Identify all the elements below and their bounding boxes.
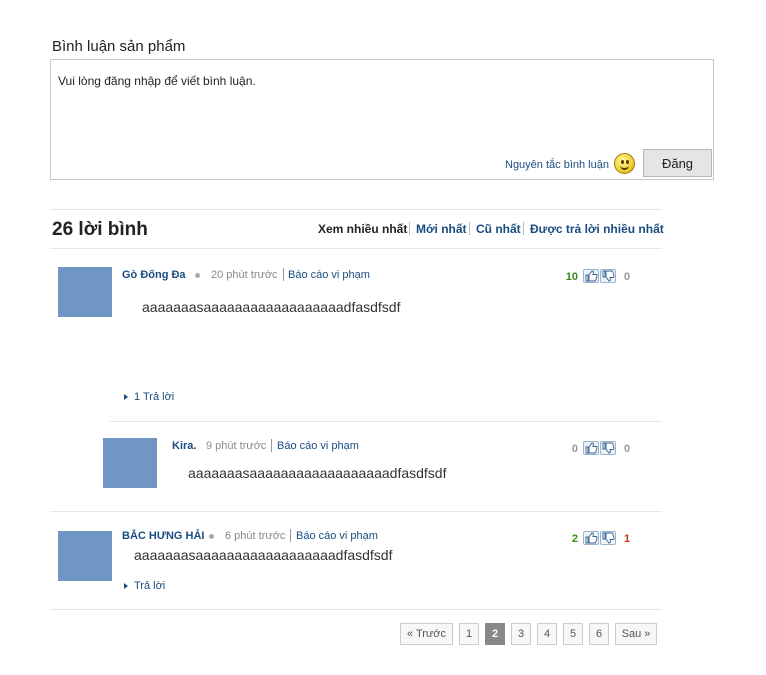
page-button[interactable]: 4: [537, 623, 557, 645]
section-title: Bình luận sản phẩm: [52, 38, 186, 55]
thumbs-up-icon[interactable]: [583, 269, 599, 283]
divider: [290, 529, 291, 542]
sort-most-viewed[interactable]: Xem nhiều nhất: [318, 222, 407, 236]
comment-time: 6 phút trước: [225, 530, 286, 542]
divider: [469, 222, 470, 235]
like-count: 0: [571, 443, 578, 455]
separator-dot: [209, 534, 214, 539]
comment-author[interactable]: Gò Đống Đa: [122, 269, 186, 281]
separator-dot: [195, 273, 200, 278]
avatar[interactable]: [58, 531, 112, 581]
comment-count: 26 lời bình: [52, 219, 148, 240]
login-prompt: Vui lòng đăng nhập để viết bình luận.: [58, 74, 256, 88]
divider: [50, 609, 662, 610]
comment-composer[interactable]: Vui lòng đăng nhập để viết bình luận. Ng…: [50, 59, 714, 180]
post-button[interactable]: Đăng: [643, 149, 712, 177]
triangle-right-icon: [124, 583, 128, 589]
dislike-count: 1: [624, 533, 631, 545]
smiley-icon[interactable]: [614, 153, 635, 174]
reply-link[interactable]: Trả lời: [134, 580, 165, 592]
comment-time: 20 phút trước: [211, 269, 278, 281]
comment-text: aaaaaaasaaaaaaaaaaaaaaaaaadfasdfsdf: [188, 465, 447, 481]
divider: [50, 209, 662, 210]
thumbs-down-icon[interactable]: [600, 269, 616, 283]
avatar[interactable]: [103, 438, 157, 488]
comment-text: aaaaaaasaaaaaaaaaaaaaaaaaadfasdfsdf: [142, 299, 401, 315]
comment-rules-link[interactable]: Nguyên tắc bình luận: [505, 159, 609, 171]
page-next-button[interactable]: Sau »: [615, 623, 657, 645]
divider: [50, 248, 662, 249]
avatar[interactable]: [58, 267, 112, 317]
like-count: 2: [571, 533, 578, 545]
sort-oldest[interactable]: Cũ nhất: [476, 222, 521, 236]
sort-newest[interactable]: Mới nhất: [416, 222, 467, 236]
replies-toggle[interactable]: 1 Trả lời: [134, 391, 174, 403]
comment-time: 9 phút trước: [206, 440, 267, 452]
triangle-right-icon: [124, 394, 128, 400]
page-button-current[interactable]: 2: [485, 623, 505, 645]
dislike-count: 0: [624, 271, 631, 283]
page-button[interactable]: 6: [589, 623, 609, 645]
thumbs-down-icon[interactable]: [600, 441, 616, 455]
thumbs-down-icon[interactable]: [600, 531, 616, 545]
divider: [271, 439, 272, 452]
thumbs-up-icon[interactable]: [583, 531, 599, 545]
divider: [50, 511, 662, 512]
comment-author[interactable]: Kira.: [172, 440, 196, 452]
page-button[interactable]: 5: [563, 623, 583, 645]
sort-most-replied[interactable]: Được trả lời nhiều nhất: [530, 222, 664, 236]
report-link[interactable]: Báo cáo vi phạm: [288, 269, 370, 281]
report-link[interactable]: Báo cáo vi phạm: [277, 440, 359, 452]
divider: [523, 222, 524, 235]
report-link[interactable]: Báo cáo vi phạm: [296, 530, 378, 542]
like-count: 10: [565, 271, 578, 283]
thumbs-up-icon[interactable]: [583, 441, 599, 455]
divider: [110, 421, 662, 422]
comment-text: aaaaaaasaaaaaaaaaaaaaaaaaadfasdfsdf: [134, 547, 393, 563]
page-prev-button[interactable]: « Trước: [400, 623, 453, 645]
comment-author[interactable]: BẮC HƯNG HẢI: [122, 530, 204, 542]
page-button[interactable]: 1: [459, 623, 479, 645]
divider: [409, 222, 410, 235]
dislike-count: 0: [624, 443, 631, 455]
page-button[interactable]: 3: [511, 623, 531, 645]
divider: [283, 268, 284, 281]
